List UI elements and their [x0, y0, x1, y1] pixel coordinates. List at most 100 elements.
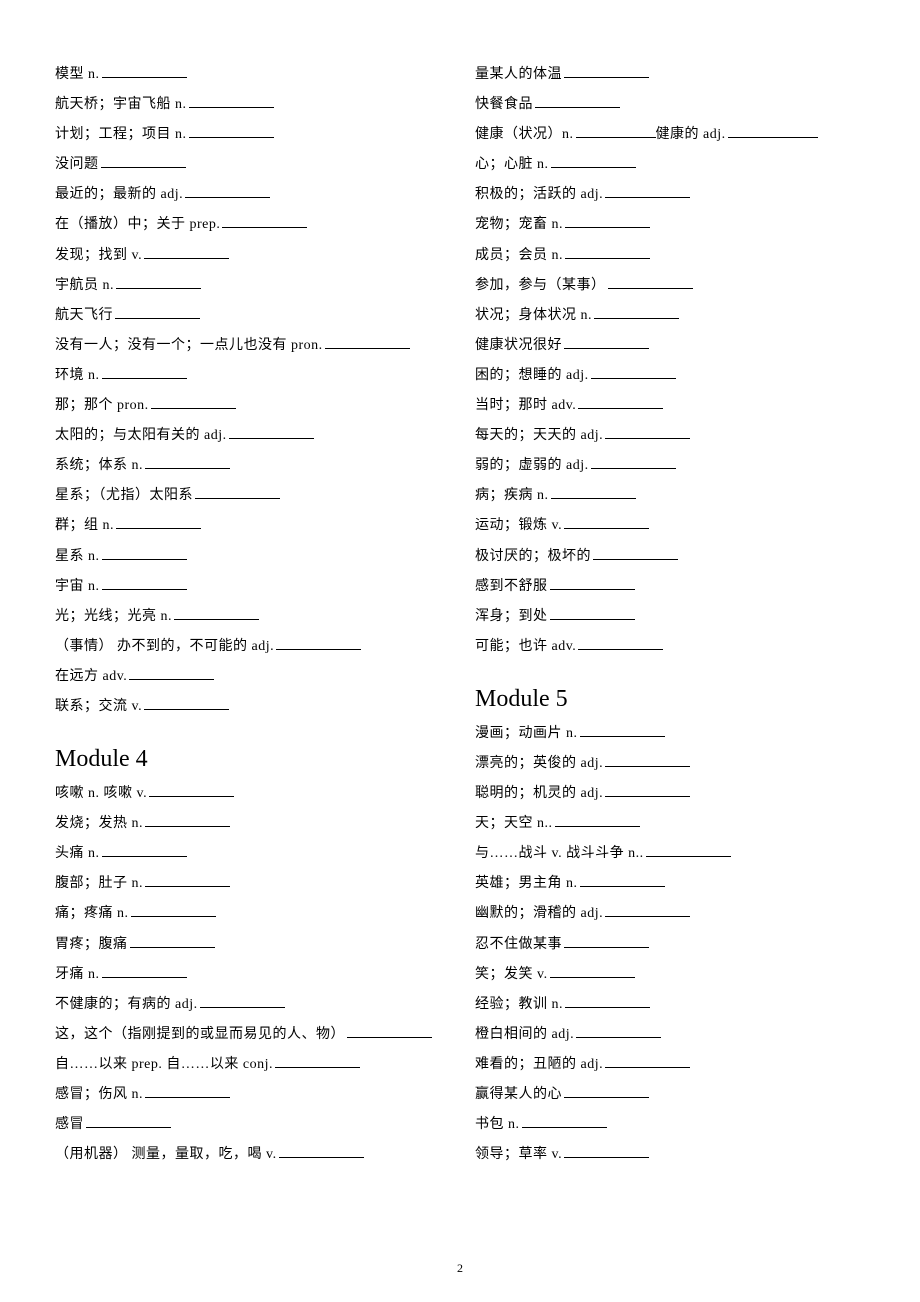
- fill-blank[interactable]: [200, 994, 285, 1008]
- fill-blank[interactable]: [222, 214, 307, 228]
- fill-blank[interactable]: [101, 154, 186, 168]
- fill-blank[interactable]: [102, 546, 187, 560]
- fill-blank[interactable]: [275, 1054, 360, 1068]
- fill-blank[interactable]: [605, 1054, 690, 1068]
- fill-blank[interactable]: [576, 1024, 661, 1038]
- fill-blank[interactable]: [149, 783, 234, 797]
- vocab-entry: 感到不舒服: [475, 572, 865, 602]
- vocab-entry: 浑身；到处: [475, 602, 865, 632]
- entry-label: 咳嗽 n. 咳嗽 v.: [55, 786, 147, 801]
- entry-label: 在远方 adv.: [55, 669, 127, 684]
- fill-blank[interactable]: [551, 154, 636, 168]
- fill-blank[interactable]: [550, 606, 635, 620]
- fill-blank[interactable]: [580, 873, 665, 887]
- entry-label: 难看的；丑陋的 adj.: [475, 1057, 603, 1072]
- fill-blank[interactable]: [144, 696, 229, 710]
- fill-blank[interactable]: [145, 1084, 230, 1098]
- fill-blank[interactable]: [145, 873, 230, 887]
- fill-blank[interactable]: [145, 813, 230, 827]
- entry-label: 弱的；虚弱的 adj.: [475, 458, 589, 473]
- entry-label: 困的；想睡的 adj.: [475, 368, 589, 383]
- fill-blank[interactable]: [578, 636, 663, 650]
- fill-blank[interactable]: [564, 64, 649, 78]
- fill-blank[interactable]: [565, 994, 650, 1008]
- fill-blank[interactable]: [646, 843, 731, 857]
- fill-blank[interactable]: [605, 184, 690, 198]
- fill-blank[interactable]: [325, 335, 410, 349]
- fill-blank[interactable]: [116, 515, 201, 529]
- entry-label: 发烧；发热 n.: [55, 816, 143, 831]
- entry-label: 痛；疼痛 n.: [55, 906, 129, 921]
- fill-blank[interactable]: [593, 546, 678, 560]
- fill-blank[interactable]: [102, 365, 187, 379]
- fill-blank[interactable]: [174, 606, 259, 620]
- entry-label: 联系；交流 v.: [55, 699, 142, 714]
- fill-blank[interactable]: [129, 666, 214, 680]
- fill-blank[interactable]: [229, 425, 314, 439]
- fill-blank[interactable]: [151, 395, 236, 409]
- entry-label: 感到不舒服: [475, 579, 548, 594]
- module-4-heading: Module 4: [55, 746, 445, 773]
- fill-blank[interactable]: [564, 1144, 649, 1158]
- entry-label: 发现；找到 v.: [55, 248, 142, 263]
- entry-label: 参加，参与（某事）: [475, 278, 606, 293]
- fill-blank[interactable]: [189, 124, 274, 138]
- vocab-entry: 橙白相间的 adj.: [475, 1020, 865, 1050]
- fill-blank[interactable]: [565, 214, 650, 228]
- fill-blank[interactable]: [564, 515, 649, 529]
- fill-blank[interactable]: [279, 1144, 364, 1158]
- fill-blank[interactable]: [535, 94, 620, 108]
- fill-blank[interactable]: [728, 124, 818, 138]
- fill-blank[interactable]: [145, 455, 230, 469]
- fill-blank[interactable]: [102, 64, 187, 78]
- entry-label: 赢得某人的心: [475, 1087, 562, 1102]
- fill-blank[interactable]: [594, 305, 679, 319]
- entry-label: 在（播放）中；关于 prep.: [55, 217, 220, 232]
- module-5-items: 漫画；动画片 n.漂亮的；英俊的 adj.聪明的；机灵的 adj.天；天空 n.…: [475, 719, 865, 1170]
- fill-blank[interactable]: [608, 275, 693, 289]
- fill-blank[interactable]: [578, 395, 663, 409]
- fill-blank[interactable]: [576, 124, 656, 138]
- entry-label: （用机器） 测量，量取，吃，喝 v.: [55, 1147, 277, 1162]
- entry-label: 橙白相间的 adj.: [475, 1027, 574, 1042]
- fill-blank[interactable]: [591, 365, 676, 379]
- vocab-entry: 可能；也许 adv.: [475, 632, 865, 662]
- fill-blank[interactable]: [550, 964, 635, 978]
- fill-blank[interactable]: [347, 1024, 432, 1038]
- fill-blank[interactable]: [591, 455, 676, 469]
- fill-blank[interactable]: [605, 753, 690, 767]
- fill-blank[interactable]: [115, 305, 200, 319]
- fill-blank[interactable]: [564, 1084, 649, 1098]
- fill-blank[interactable]: [131, 903, 216, 917]
- fill-blank[interactable]: [605, 425, 690, 439]
- fill-blank[interactable]: [555, 813, 640, 827]
- fill-blank[interactable]: [276, 636, 361, 650]
- vocab-entry: 运动；锻炼 v.: [475, 511, 865, 541]
- fill-blank[interactable]: [195, 485, 280, 499]
- fill-blank[interactable]: [185, 184, 270, 198]
- entry-label: 天；天空 n..: [475, 816, 553, 831]
- fill-blank[interactable]: [102, 843, 187, 857]
- fill-blank[interactable]: [551, 485, 636, 499]
- fill-blank[interactable]: [580, 723, 665, 737]
- fill-blank[interactable]: [189, 94, 274, 108]
- fill-blank[interactable]: [144, 245, 229, 259]
- entry-label: 自……以来 prep. 自……以来 conj.: [55, 1057, 273, 1072]
- fill-blank[interactable]: [564, 934, 649, 948]
- fill-blank[interactable]: [102, 964, 187, 978]
- fill-blank[interactable]: [102, 576, 187, 590]
- entry-label: 感冒: [55, 1117, 84, 1132]
- fill-blank[interactable]: [522, 1114, 607, 1128]
- fill-blank[interactable]: [116, 275, 201, 289]
- vocab-entry: 不健康的；有病的 adj.: [55, 990, 445, 1020]
- vocab-entry: 航天桥；宇宙飞船 n.: [55, 90, 445, 120]
- fill-blank[interactable]: [605, 903, 690, 917]
- fill-blank[interactable]: [550, 576, 635, 590]
- fill-blank[interactable]: [86, 1114, 171, 1128]
- entry-label: 计划；工程；项目 n.: [55, 127, 187, 142]
- fill-blank[interactable]: [565, 245, 650, 259]
- fill-blank[interactable]: [564, 335, 649, 349]
- vocab-entry: 参加，参与（某事）: [475, 271, 865, 301]
- fill-blank[interactable]: [605, 783, 690, 797]
- fill-blank[interactable]: [130, 934, 215, 948]
